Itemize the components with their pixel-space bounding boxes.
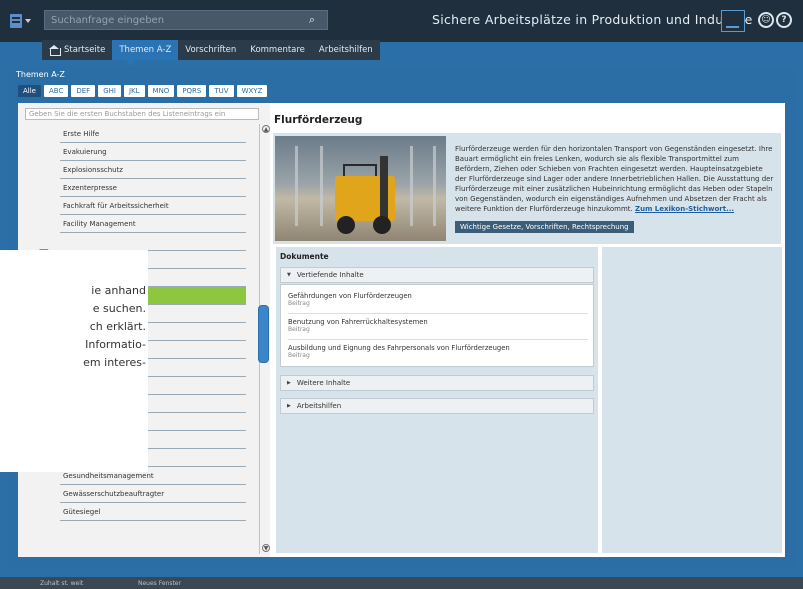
nav-item-kommentare[interactable]: Kommentare — [243, 40, 312, 60]
overlay-line: ch erklärt. — [89, 320, 146, 333]
letter-tab-def[interactable]: DEF — [71, 85, 96, 97]
letter-tab-jkl[interactable]: JKL — [123, 85, 145, 97]
law-button[interactable]: Wichtige Gesetze, Vorschriften, Rechtspr… — [455, 221, 634, 233]
search-input[interactable] — [45, 11, 297, 29]
letter-tab-alle[interactable]: Alle — [18, 85, 41, 97]
overlay-line: e suchen. — [92, 302, 146, 315]
document-title[interactable]: Ausbildung und Eignung des Fahrpersonals… — [288, 344, 510, 352]
documents-section: Dokumente ▼ Vertiefende Inhalte Gefährdu… — [276, 247, 598, 553]
overlay-line: em interes- — [83, 356, 146, 369]
content-title: Flurförderzeug — [274, 114, 363, 126]
document-title[interactable]: Benutzung von Fahrerrückhaltesystemen — [288, 318, 428, 326]
list-item[interactable] — [60, 233, 246, 251]
scroll-up-icon[interactable]: ▲ — [262, 125, 270, 133]
intro-text: Flurförderzeuge werden für den horizonta… — [455, 144, 775, 214]
app-menu-button[interactable] — [10, 10, 36, 32]
letter-tab-abc[interactable]: ABC — [44, 85, 69, 97]
accordion-weitere-inhalte[interactable]: ▶ Weitere Inhalte — [280, 375, 594, 391]
nav-item-label: Themen A-Z — [119, 45, 172, 55]
nav-item-label: Startseite — [64, 45, 106, 55]
letter-tab-mno[interactable]: MNO — [147, 85, 175, 97]
nav-item-arbeitshilfen[interactable]: Arbeitshilfen — [312, 40, 380, 60]
home-icon — [49, 45, 61, 56]
letter-tab-pqrs[interactable]: PQRS — [177, 85, 207, 97]
search-bar: ⌕ — [44, 10, 328, 30]
list-item[interactable]: Exzenterpresse — [60, 179, 246, 197]
document-type: Beitrag — [288, 352, 310, 359]
letter-tab-ghi[interactable]: GHI — [98, 85, 121, 97]
list-item[interactable]: Erste Hilfe — [60, 125, 246, 143]
intro-box: Flurförderzeuge werden für den horizonta… — [273, 133, 781, 244]
accordion-label: Arbeitshilfen — [296, 402, 342, 410]
brand-logo-icon — [721, 10, 745, 32]
top-bar: ⌕ Sichere Arbeitsplätze in Produktion un… — [0, 0, 803, 42]
document-type: Beitrag — [288, 300, 310, 307]
accordion-vertiefende-inhalte[interactable]: ▼ Vertiefende Inhalte — [280, 267, 594, 283]
list-item[interactable]: Evakuierung — [60, 143, 246, 161]
letter-tabs: Alle ABC DEF GHI JKL MNO PQRS TUV WXYZ — [18, 85, 268, 97]
panel-title: Themen A-Z — [16, 70, 65, 79]
chevron-right-icon: ▶ — [287, 403, 291, 409]
document-title[interactable]: Gefährdungen von Flurförderzeugen — [288, 292, 412, 300]
user-icon[interactable]: ☺ — [758, 12, 774, 28]
document-type: Beitrag — [288, 326, 310, 333]
taskbar-item[interactable]: Zuhalt st. weit — [40, 580, 83, 587]
nav-item-label: Kommentare — [250, 45, 305, 55]
scroll-down-icon[interactable]: ▼ — [262, 544, 270, 552]
accordion-label: Weitere Inhalte — [296, 379, 351, 387]
document-item[interactable]: Ausbildung und Eignung des Fahrpersonals… — [288, 341, 588, 366]
app-title: Sichere Arbeitsplätze in Produktion und … — [432, 12, 753, 27]
forklift-image — [275, 136, 446, 241]
search-icon[interactable]: ⌕ — [297, 11, 327, 29]
info-overlay: ie anhand e suchen. ch erklärt. Informatio-… — [0, 250, 148, 472]
document-list: Gefährdungen von Flurförderzeugen Beitrag… — [280, 284, 594, 367]
list-filter-input[interactable] — [25, 108, 259, 120]
intro-paragraph: Flurförderzeuge werden für den horizonta… — [455, 145, 774, 213]
accordion-label: Vertiefende Inhalte — [296, 271, 364, 279]
nav-item-label: Arbeitshilfen — [318, 45, 373, 55]
chevron-down-icon: ▼ — [287, 272, 291, 278]
letter-tab-tuv[interactable]: TUV — [209, 85, 234, 97]
accordion-arbeitshilfen[interactable]: ▶ Arbeitshilfen — [280, 398, 594, 414]
caret-down-icon — [25, 19, 31, 23]
app-logo-icon — [10, 14, 22, 28]
nav-item-themen[interactable]: Themen A-Z — [112, 40, 179, 60]
scrollbar-thumb[interactable] — [258, 305, 269, 363]
list-item[interactable]: Gewässerschutzbeauftragter — [60, 485, 246, 503]
list-item[interactable]: Gütesiegel — [60, 503, 246, 521]
help-icon[interactable]: ? — [776, 12, 792, 28]
document-item[interactable]: Gefährdungen von Flurförderzeugen Beitrag — [288, 289, 588, 314]
taskbar-item[interactable]: Neues Fenster — [138, 580, 181, 587]
documents-header: Dokumente — [280, 252, 329, 261]
list-item[interactable]: Facility Management — [60, 215, 246, 233]
lexikon-link[interactable]: Zum Lexikon-Stichwort... — [635, 205, 734, 213]
nav-item-label: Vorschriften — [185, 45, 237, 55]
side-box — [602, 247, 782, 553]
list-item[interactable]: Fachkraft für Arbeitssicherheit — [60, 197, 246, 215]
overlay-text: ie anhand e suchen. ch erklärt. Informatio-… — [0, 282, 148, 372]
overlay-line: Informatio- — [85, 338, 146, 351]
list-item[interactable]: Explosionsschutz — [60, 161, 246, 179]
document-item[interactable]: Benutzung von Fahrerrückhaltesystemen Bei… — [288, 315, 588, 340]
main-nav: Startseite Themen A-Z Vorschriften Komme… — [42, 40, 380, 60]
nav-item-vorschriften[interactable]: Vorschriften — [178, 40, 243, 60]
nav-item-startseite[interactable]: Startseite — [42, 40, 112, 60]
taskbar: Zuhalt st. weit Neues Fenster — [0, 577, 803, 589]
overlay-line: ie anhand — [91, 284, 146, 297]
content-panel: Flurförderzeug Flurförderzeuge werden fü… — [270, 103, 785, 557]
letter-tab-wxyz[interactable]: WXYZ — [236, 85, 268, 97]
chevron-right-icon: ▶ — [287, 380, 291, 386]
